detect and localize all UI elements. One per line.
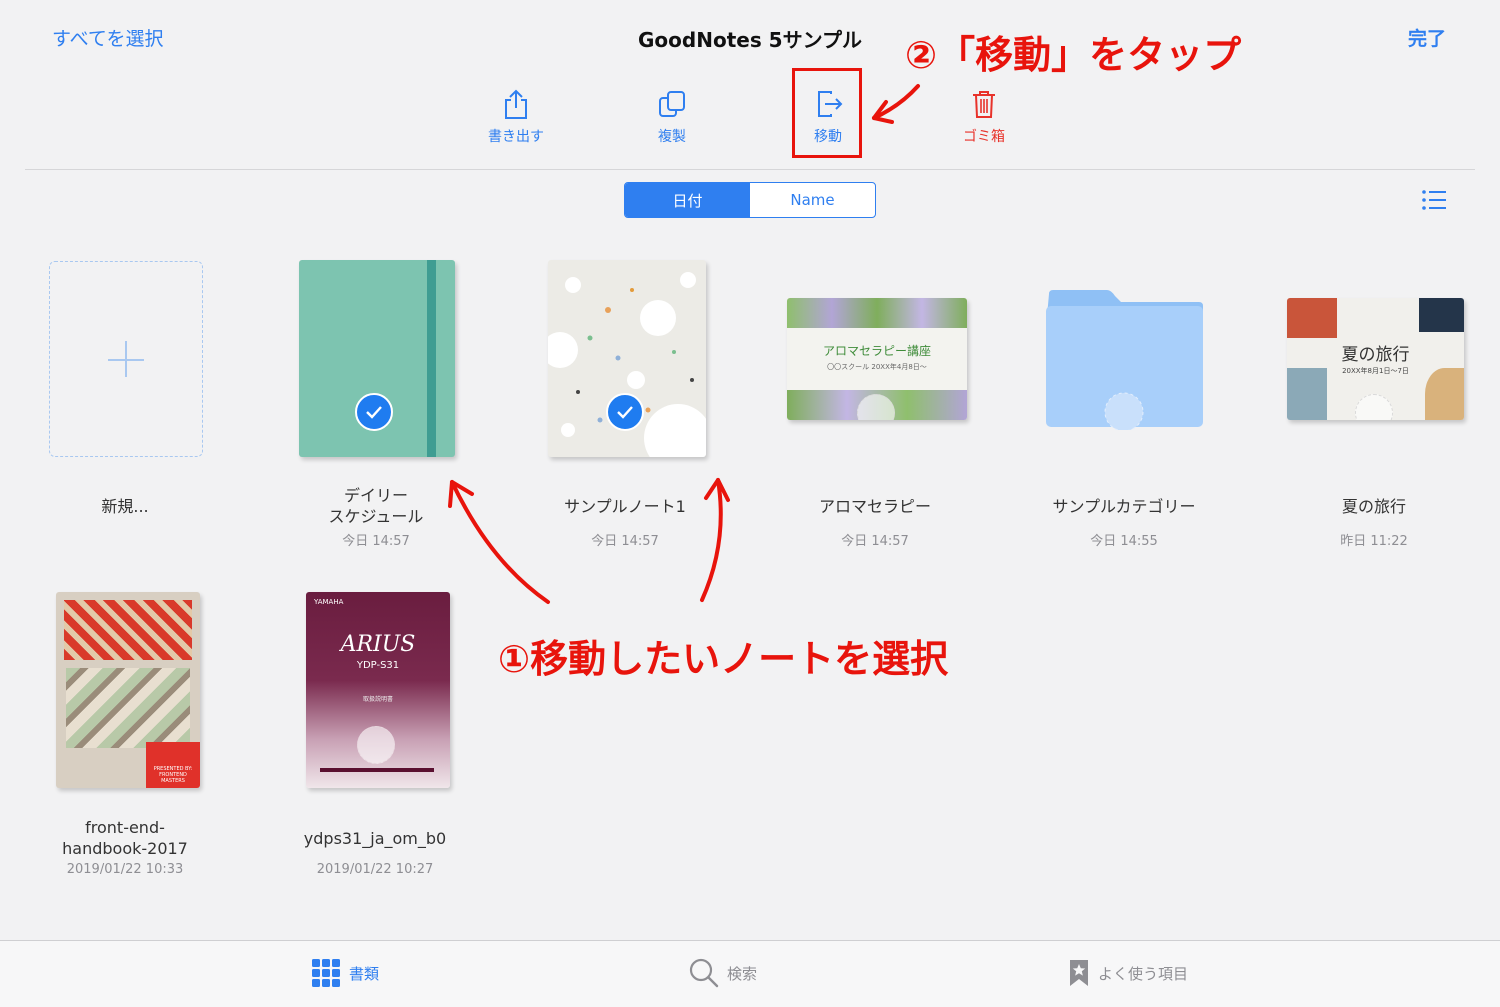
page-title: GoodNotes 5サンプル xyxy=(638,28,862,52)
bookmark-star-icon xyxy=(1070,960,1088,986)
notebook-cover-yamaha-manual[interactable]: YAMAHA ARIUS YDP-S31 取扱説明書 xyxy=(306,592,450,788)
done-button[interactable]: 完了 xyxy=(1408,24,1446,51)
duplicate-button[interactable]: 複製 xyxy=(632,88,712,146)
tab-search[interactable]: 検索 xyxy=(689,958,757,988)
cover-subtitle: PRESENTED BY: FRONTEND MASTERS xyxy=(153,766,193,784)
share-icon xyxy=(505,89,527,119)
export-button[interactable]: 書き出す xyxy=(476,88,556,146)
notebook-name: 夏の旅行 xyxy=(1341,497,1406,516)
new-document-button[interactable] xyxy=(49,261,203,457)
trash-button[interactable]: ゴミ箱 xyxy=(944,88,1024,146)
search-icon xyxy=(689,958,719,988)
cover-title: 夏の旅行 xyxy=(1341,345,1410,365)
toolbar-divider xyxy=(25,169,1475,170)
tab-search-label: 検索 xyxy=(727,964,758,983)
trash-icon xyxy=(973,91,995,118)
annotation-step1: ①移動したいノートを選択 xyxy=(498,637,949,681)
cover-brand: YAMAHA xyxy=(314,598,344,606)
cover-note: 取扱説明書 xyxy=(362,696,393,703)
list-view-icon[interactable] xyxy=(1420,189,1448,211)
unselected-check-icon xyxy=(1355,394,1393,420)
duplicate-label: 複製 xyxy=(658,129,686,145)
notebook-name: front-end-handbook-2017 xyxy=(62,818,188,858)
notebook-cover-front-end-handbook[interactable]: PRESENTED BY: FRONTEND MASTERS xyxy=(56,592,200,788)
notebook-cover-daily-schedule[interactable] xyxy=(299,260,455,457)
sort-by-date-tab[interactable]: 日付 xyxy=(625,183,750,217)
notebook-cover-sample-note[interactable] xyxy=(548,260,706,457)
trash-label: ゴミ箱 xyxy=(963,129,1005,145)
cover-title: アロマセラピー講座 xyxy=(822,344,931,358)
notebook-cover-summer-trip[interactable]: 夏の旅行 20XX年8月1日〜7日 xyxy=(1287,298,1464,420)
folder-name: サンプルカテゴリー xyxy=(1052,497,1196,516)
tab-documents-label: 書類 xyxy=(349,964,380,983)
notebook-date: 今日 14:57 xyxy=(841,534,909,549)
tab-favorites[interactable]: よく使う項目 xyxy=(1068,958,1188,988)
export-label: 書き出す xyxy=(488,129,544,145)
move-highlight-box xyxy=(792,68,862,158)
duplicate-icon xyxy=(659,91,685,117)
folder-icon[interactable] xyxy=(1045,290,1205,430)
folder-date: 今日 14:55 xyxy=(1090,534,1158,549)
notebook-name: アロマセラピー xyxy=(818,497,931,516)
cover-subtitle: 20XX年8月1日〜7日 xyxy=(1342,367,1409,375)
notebook-date: 昨日 11:22 xyxy=(1340,534,1408,549)
notebook-date: 2019/01/22 10:27 xyxy=(316,862,434,877)
cover-model: YDP-S31 xyxy=(356,660,400,671)
grid-icon xyxy=(312,959,340,987)
cover-subtitle: 〇〇スクール 20XX年4月8日〜 xyxy=(827,363,927,371)
new-document-label: 新規... xyxy=(101,497,149,516)
annotation-step2: ②「移動」をタップ xyxy=(905,33,1242,77)
notebook-date: 2019/01/22 10:33 xyxy=(66,862,184,877)
unselected-check-icon xyxy=(357,726,395,764)
annotation-arrows-to-selected xyxy=(448,478,730,604)
notebook-cover-aromatherapy[interactable]: アロマセラピー講座 〇〇スクール 20XX年4月8日〜 xyxy=(787,298,967,420)
sort-by-name-tab[interactable]: Name xyxy=(750,183,875,217)
annotation-arrow-to-move xyxy=(872,84,920,124)
sort-segmented-control[interactable]: 日付 Name xyxy=(624,182,876,218)
notebook-name: ydps31_ja_om_b0 xyxy=(303,829,447,848)
cover-title: ARIUS xyxy=(340,632,416,657)
selected-check-icon xyxy=(606,393,644,431)
tab-favorites-label: よく使う項目 xyxy=(1098,964,1189,983)
selected-check-icon xyxy=(355,393,393,431)
tab-documents[interactable]: 書類 xyxy=(311,958,379,988)
